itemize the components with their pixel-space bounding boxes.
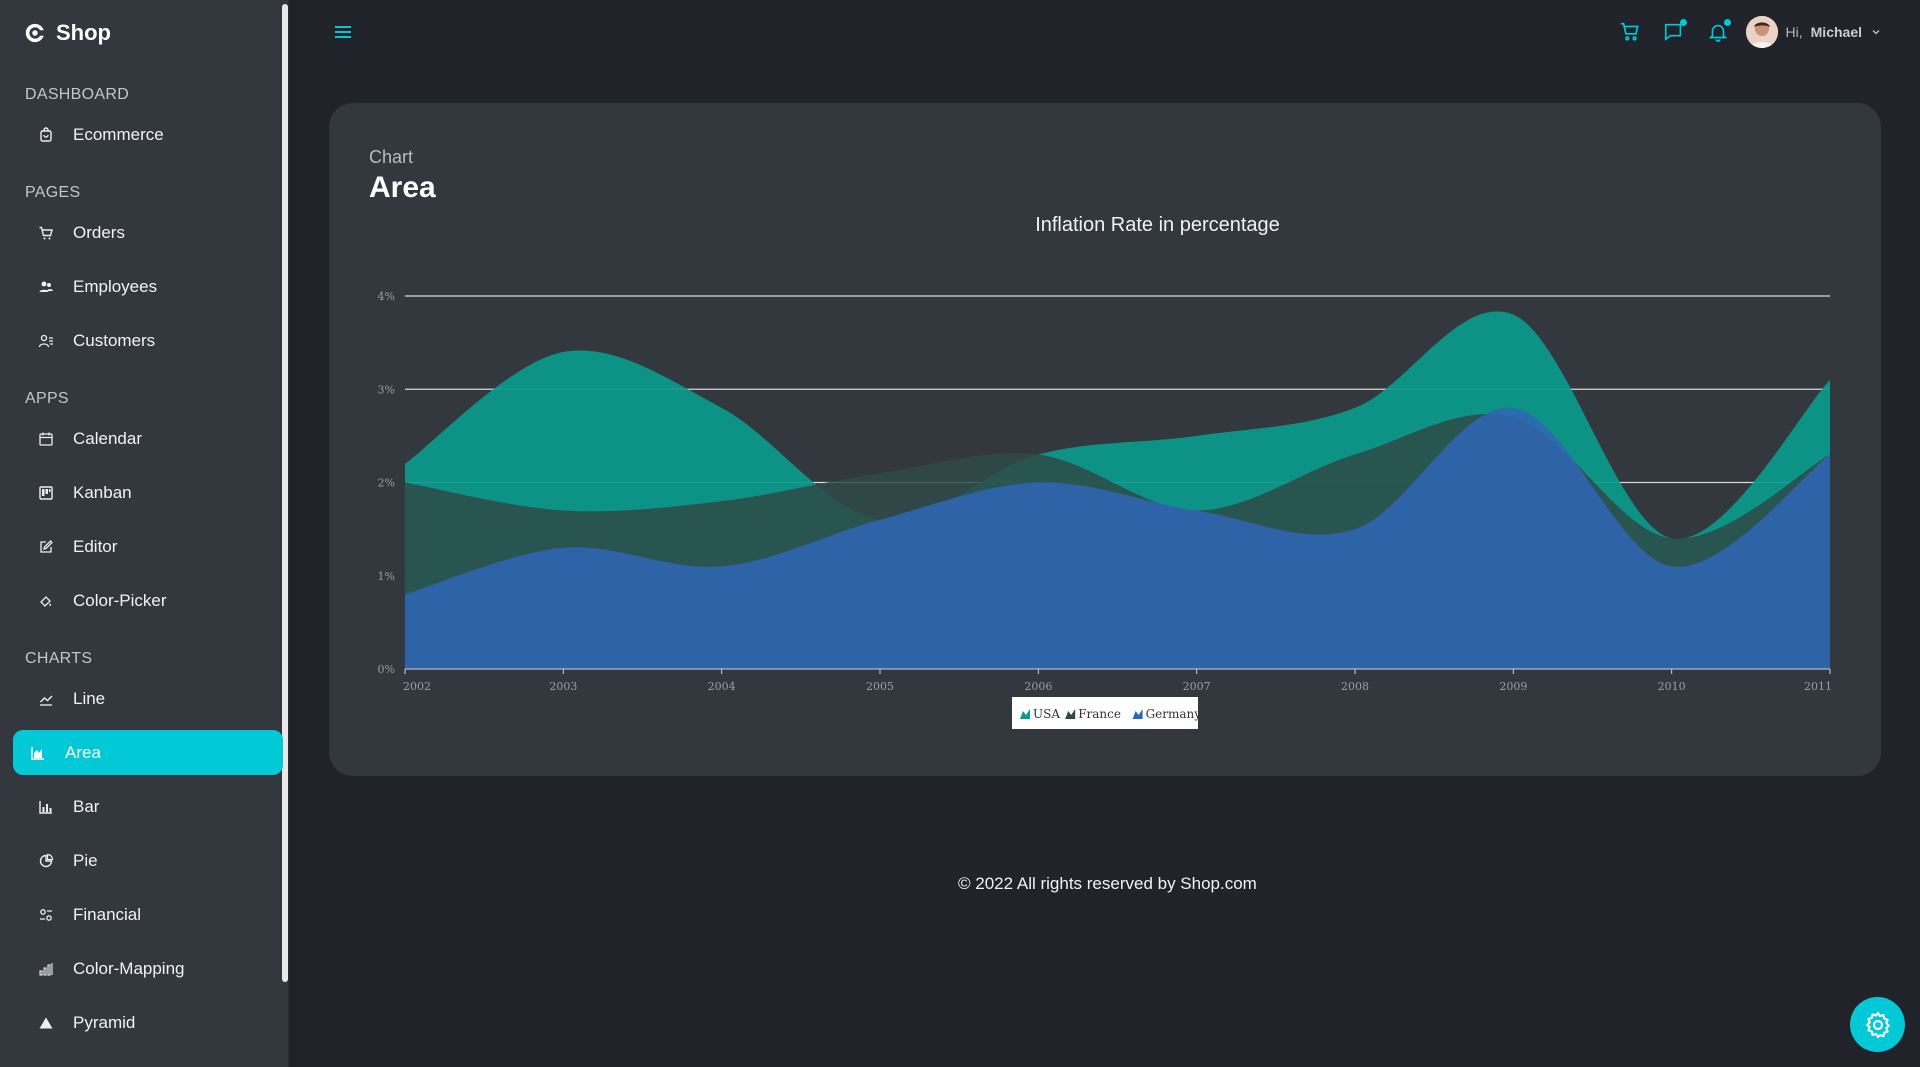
y-tick-label: 3% — [378, 383, 395, 396]
section-title-pages: PAGES — [25, 184, 81, 201]
employees-icon — [37, 278, 55, 296]
sidebar-item-label: Pyramid — [73, 1012, 136, 1032]
x-tick-label: 2008 — [1341, 680, 1369, 693]
y-tick-label: 4% — [378, 290, 395, 303]
customers-icon — [37, 332, 55, 350]
sidebar-item-employees[interactable]: Employees — [13, 264, 283, 309]
x-tick-label: 2006 — [1024, 680, 1052, 693]
section-title-dashboard: DASHBOARD — [25, 86, 130, 103]
cart-button[interactable] — [1608, 14, 1652, 50]
sidebar-item-label: Pie — [73, 850, 98, 870]
sidebar-item-label: Customers — [73, 330, 156, 350]
financial-icon — [37, 906, 55, 924]
x-tick-label: 2009 — [1499, 680, 1527, 693]
topbar-actions: Hi, Michael — [1608, 14, 1882, 50]
sidebar-item-area[interactable]: Area — [13, 730, 283, 775]
chat-notification-dot — [1679, 19, 1687, 26]
pie-chart-icon — [37, 852, 55, 870]
legend-label-france: France — [1078, 707, 1121, 721]
legend-label-germany: Germany — [1146, 707, 1202, 721]
cart-icon — [37, 224, 55, 242]
user-name: Michael — [1810, 24, 1862, 40]
sidebar-item-label: Kanban — [73, 482, 132, 502]
sidebar: Shop DASHBOARD Ecommerce PAGES Orders Employ… — [0, 0, 289, 1067]
sidebar-item-ecommerce[interactable]: Ecommerce — [13, 112, 283, 157]
sidebar-item-label: Orders — [73, 222, 125, 242]
bell-notification-dot — [1723, 19, 1731, 26]
sidebar-item-label: Color-Mapping — [73, 958, 185, 978]
sidebar-item-kanban[interactable]: Kanban — [13, 470, 283, 515]
sidebar-item-calendar[interactable]: Calendar — [13, 416, 283, 461]
footer-text: © 2022 All rights reserved by Shop.com — [958, 874, 1257, 893]
avatar — [1745, 16, 1778, 48]
user-greeting: Hi, — [1785, 24, 1803, 40]
sidebar-item-financial[interactable]: Financial — [13, 892, 283, 937]
gear-icon — [1865, 1010, 1890, 1038]
bar-chart-icon — [37, 798, 55, 816]
y-tick-label: 2% — [378, 477, 395, 490]
brand[interactable]: Shop — [24, 18, 111, 48]
area-chart: Inflation Rate in percentage 0% 1% 2% 3% 4% 20… — [378, 214, 1832, 729]
sidebar-item-bar[interactable]: Bar — [13, 784, 283, 829]
sidebar-item-label: Ecommerce — [73, 124, 164, 144]
sidebar-item-orders[interactable]: Orders — [13, 210, 283, 255]
sidebar-item-label: Editor — [73, 536, 118, 556]
x-tick-label: 2011 — [1804, 680, 1832, 693]
x-tick-label: 2010 — [1658, 680, 1686, 693]
x-tick-label: 2004 — [708, 680, 736, 693]
y-tick-label: 0% — [378, 663, 395, 676]
area-chart-icon — [29, 744, 47, 762]
x-tick-label: 2007 — [1183, 680, 1211, 693]
sidebar-item-editor[interactable]: Editor — [13, 524, 283, 569]
sidebar-item-pyramid[interactable]: Pyramid — [13, 1000, 283, 1045]
sidebar-item-label: Line — [73, 688, 106, 708]
section-title-charts: CHARTS — [25, 650, 93, 667]
sidebar-item-label: Area — [65, 742, 101, 762]
calendar-icon — [37, 430, 55, 448]
section-title-apps: APPS — [25, 390, 69, 407]
menu-icon[interactable] — [333, 22, 353, 42]
line-chart-icon — [37, 690, 55, 708]
sidebar-item-label: Employees — [73, 276, 158, 296]
sidebar-item-label: Bar — [73, 796, 100, 816]
x-tick-label: 2002 — [403, 680, 431, 693]
sidebar-item-line[interactable]: Line — [13, 676, 283, 721]
shop-logo-icon — [25, 23, 44, 43]
sidebar-item-label: Color-Picker — [73, 590, 167, 610]
color-picker-icon — [37, 592, 55, 610]
kanban-icon — [37, 484, 55, 502]
x-tick-label: 2005 — [866, 680, 894, 693]
bag-icon — [37, 126, 55, 144]
sidebar-item-customers[interactable]: Customers — [13, 318, 283, 363]
chart-title: Inflation Rate in percentage — [1035, 214, 1280, 236]
edit-icon — [37, 538, 55, 556]
sidebar-item-label: Financial — [73, 904, 142, 924]
chart-card: Chart Area Inflation Rate in percentage 0… — [329, 103, 1881, 776]
sidebar-item-color-mapping[interactable]: Color-Mapping — [13, 946, 283, 991]
sidebar-item-label: Calendar — [73, 428, 142, 448]
legend-label-usa: USA — [1033, 707, 1060, 721]
y-tick-label: 1% — [378, 570, 395, 583]
settings-button[interactable] — [1850, 997, 1905, 1052]
brand-name: Shop — [56, 20, 111, 45]
user-menu[interactable]: Hi, Michael — [1745, 16, 1882, 48]
pyramid-icon — [37, 1014, 55, 1032]
color-mapping-icon — [37, 960, 55, 978]
x-tick-label: 2003 — [549, 680, 577, 693]
chevron-down-icon — [1872, 29, 1880, 35]
sidebar-item-pie[interactable]: Pie — [13, 838, 283, 883]
chat-button[interactable] — [1652, 14, 1696, 50]
cart-icon — [1620, 22, 1639, 41]
notifications-button[interactable] — [1696, 14, 1740, 50]
sidebar-item-color-picker[interactable]: Color-Picker — [13, 578, 283, 623]
